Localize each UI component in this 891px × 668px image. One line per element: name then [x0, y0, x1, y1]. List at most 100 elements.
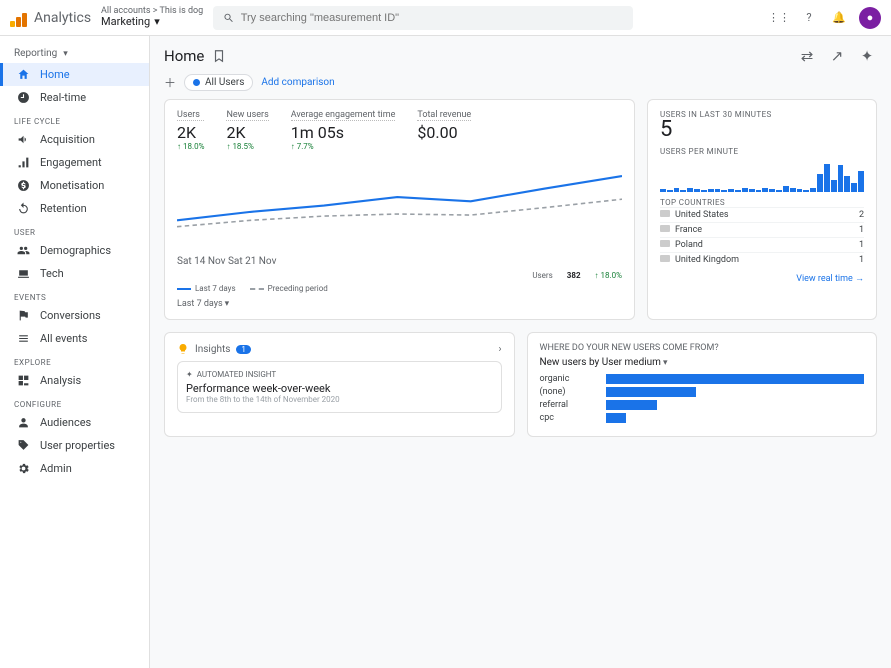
reporting-dropdown[interactable]: Reporting: [0, 44, 149, 63]
sidebar-item-label: Real-time: [40, 91, 86, 104]
notifications-icon[interactable]: 🔔: [829, 8, 849, 28]
sidebar-item-realtime[interactable]: Real-time: [0, 86, 149, 109]
chart-legend: Last 7 days Preceding period: [177, 284, 622, 293]
metric-revenue[interactable]: Total revenue $0.00: [417, 110, 471, 151]
sidebar-item-all-events[interactable]: All events: [0, 327, 149, 350]
sidebar-item-label: Acquisition: [40, 133, 95, 146]
property-selector[interactable]: All accounts > This is dog Marketing▾: [101, 7, 203, 29]
property-name: Marketing: [101, 16, 150, 28]
search-icon: [223, 12, 234, 24]
chevron-down-icon: ▾: [154, 16, 160, 28]
audience-icon: [17, 416, 30, 429]
search-input[interactable]: [241, 12, 624, 24]
apps-icon[interactable]: ⋮⋮: [769, 8, 789, 28]
sidebar-section-user: USER: [0, 220, 149, 239]
add-comparison-link[interactable]: Add comparison: [261, 77, 334, 88]
segment-label: All Users: [205, 77, 244, 88]
sidebar-item-label: User properties: [40, 439, 115, 452]
sidebar-item-label: Retention: [40, 202, 87, 215]
sidebar-item-user-properties[interactable]: User properties: [0, 434, 149, 457]
rt-sparkline: [660, 162, 864, 192]
sidebar-item-label: Admin: [40, 462, 72, 475]
insight-item[interactable]: ✦AUTOMATED INSIGHT Performance week-over…: [177, 361, 502, 413]
clock-icon: [17, 91, 30, 104]
sidebar-item-label: Conversions: [40, 309, 101, 322]
compare-icon[interactable]: ⇄: [797, 46, 817, 66]
hbar-row: referral: [540, 400, 865, 410]
home-icon: [17, 68, 30, 81]
flag-icon: [660, 240, 670, 247]
account-avatar[interactable]: ●: [859, 7, 881, 29]
sidebar-item-audiences[interactable]: Audiences: [0, 411, 149, 434]
sidebar-item-home[interactable]: Home: [0, 63, 149, 86]
period-selector[interactable]: Last 7 days: [177, 299, 229, 309]
realtime-card: USERS IN LAST 30 MINUTES 5 USERS PER MIN…: [647, 99, 877, 320]
segment-chip-all-users[interactable]: All Users: [184, 74, 253, 91]
acquisition-card: WHERE DO YOUR NEW USERS COME FROM? New u…: [527, 332, 878, 437]
insight-title: Performance week-over-week: [186, 382, 493, 395]
bookmark-icon[interactable]: [212, 49, 226, 63]
insight-subtitle: From the 8th to the 14th of November 202…: [186, 395, 493, 404]
insights-icon[interactable]: ✦: [857, 46, 877, 66]
help-icon[interactable]: ?: [799, 8, 819, 28]
insights-card: Insights 1 › ✦AUTOMATED INSIGHT Performa…: [164, 332, 515, 437]
analytics-logo-icon: [10, 9, 28, 27]
hbar-row: organic: [540, 374, 865, 384]
sidebar-item-monetisation[interactable]: Monetisation: [0, 174, 149, 197]
sidebar-item-tech[interactable]: Tech: [0, 262, 149, 285]
main-content: Home ⇄ ↗ ✦ ＋ All Users Add comparison Us…: [150, 36, 891, 668]
sidebar-item-analysis[interactable]: Analysis: [0, 369, 149, 392]
product-logo: Analytics: [10, 9, 91, 27]
metric-engagement-time[interactable]: Average engagement time 1m 05s ↑ 7.7%: [291, 110, 396, 151]
people-icon: [17, 244, 30, 257]
country-row[interactable]: Poland1: [660, 237, 864, 252]
sidebar-item-engagement[interactable]: Engagement: [0, 151, 149, 174]
hbar-row: cpc: [540, 413, 865, 423]
chevron-right-icon[interactable]: ›: [498, 344, 501, 355]
line-current: [177, 176, 622, 220]
acq-question: WHERE DO YOUR NEW USERS COME FROM?: [540, 343, 865, 353]
product-name: Analytics: [34, 10, 91, 26]
analysis-icon: [17, 374, 30, 387]
chart-tooltip-summary: Users 382 ↑ 18.0%: [177, 271, 622, 280]
search-box[interactable]: [213, 6, 633, 30]
device-icon: [17, 267, 30, 280]
sidebar-item-admin[interactable]: Admin: [0, 457, 149, 480]
retention-icon: [17, 202, 30, 215]
megaphone-icon: [17, 133, 30, 146]
rt-user-count: 5: [660, 119, 864, 141]
lightbulb-icon: [177, 343, 189, 355]
country-row[interactable]: United States2: [660, 207, 864, 222]
page-title: Home: [164, 47, 204, 65]
rt-perminute-head: USERS PER MINUTE: [660, 147, 864, 156]
acq-chart-title[interactable]: New users by User medium: [540, 357, 865, 368]
sidebar-item-label: Demographics: [40, 244, 111, 257]
sidebar-section-explore: EXPLORE: [0, 350, 149, 369]
share-icon[interactable]: ↗: [827, 46, 847, 66]
segment-dot-icon: [193, 79, 200, 86]
metric-row: Users 2K ↑ 18.0% New users 2K ↑ 18.5% Av…: [177, 110, 622, 151]
view-realtime-link[interactable]: View real time →: [660, 273, 864, 284]
dollar-icon: [17, 179, 30, 192]
sidebar-item-label: Engagement: [40, 156, 102, 169]
hbar-row: (none): [540, 387, 865, 397]
sidebar-item-demographics[interactable]: Demographics: [0, 239, 149, 262]
country-list: United States2 France1 Poland1 United Ki…: [660, 207, 864, 267]
country-row[interactable]: France1: [660, 222, 864, 237]
rt-countries-head: TOP COUNTRIES: [660, 198, 864, 207]
top-bar: Analytics All accounts > This is dog Mar…: [0, 0, 891, 36]
x-label-left: Sat 14 Nov: [177, 256, 225, 267]
country-row[interactable]: United Kingdom1: [660, 252, 864, 267]
page-title-row: Home ⇄ ↗ ✦: [164, 46, 877, 66]
sidebar-item-conversions[interactable]: Conversions: [0, 304, 149, 327]
sidebar-section-events: EVENTS: [0, 285, 149, 304]
insights-title: Insights: [195, 344, 230, 355]
list-icon: [17, 332, 30, 345]
sidebar: Reporting Home Real-time LIFE CYCLE Acqu…: [0, 36, 150, 668]
sidebar-section-lifecycle: LIFE CYCLE: [0, 109, 149, 128]
sidebar-item-acquisition[interactable]: Acquisition: [0, 128, 149, 151]
metric-users[interactable]: Users 2K ↑ 18.0%: [177, 110, 204, 151]
sidebar-item-label: Analysis: [40, 374, 81, 387]
sidebar-item-retention[interactable]: Retention: [0, 197, 149, 220]
metric-new-users[interactable]: New users 2K ↑ 18.5%: [226, 110, 268, 151]
